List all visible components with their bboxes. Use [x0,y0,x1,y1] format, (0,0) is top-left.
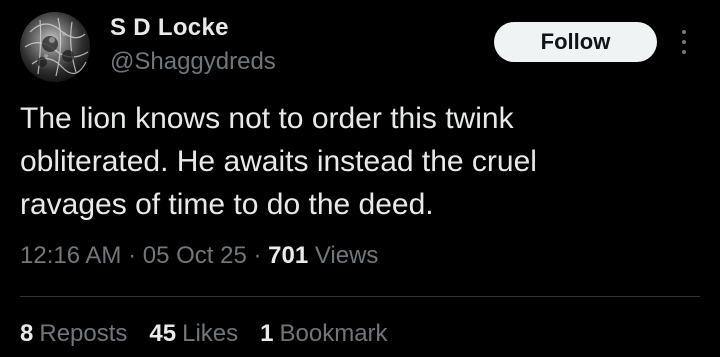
views-label: Views [308,242,379,269]
reposts-label: Reposts [39,320,128,347]
tweet-time[interactable]: 12:16 AM [20,242,121,269]
bookmarks-count: 1 [260,320,274,347]
bookmarks-label: Bookmark [279,320,388,347]
tweet-text: The lion knows not to order this twink o… [20,102,537,221]
engagement-stats: 8 Reposts 45 Likes 1 Bookmark [20,320,388,348]
tweet-date[interactable]: 05 Oct 25 [143,242,247,269]
follow-button[interactable]: Follow [494,22,657,62]
reposts-stat[interactable]: 8 Reposts [20,320,127,348]
bookmarks-stat[interactable]: 1 Bookmark [260,320,387,348]
likes-label: Likes [182,320,239,347]
author-handle[interactable]: @Shaggydreds [110,48,276,76]
avatar[interactable] [20,12,90,82]
likes-count: 45 [149,320,177,347]
more-vertical-icon[interactable] [678,28,690,56]
likes-stat[interactable]: 45 Likes [149,320,238,348]
author-display-name[interactable]: S D Locke [110,14,229,42]
avatar-image [24,17,89,77]
meta-separator: · [246,242,269,269]
divider [20,296,700,297]
tweet-meta: 12:16 AM · 05 Oct 25 · 701 Views [20,242,378,270]
meta-separator: · [121,242,143,269]
reposts-count: 8 [20,320,34,347]
views-count: 701 [268,242,309,269]
